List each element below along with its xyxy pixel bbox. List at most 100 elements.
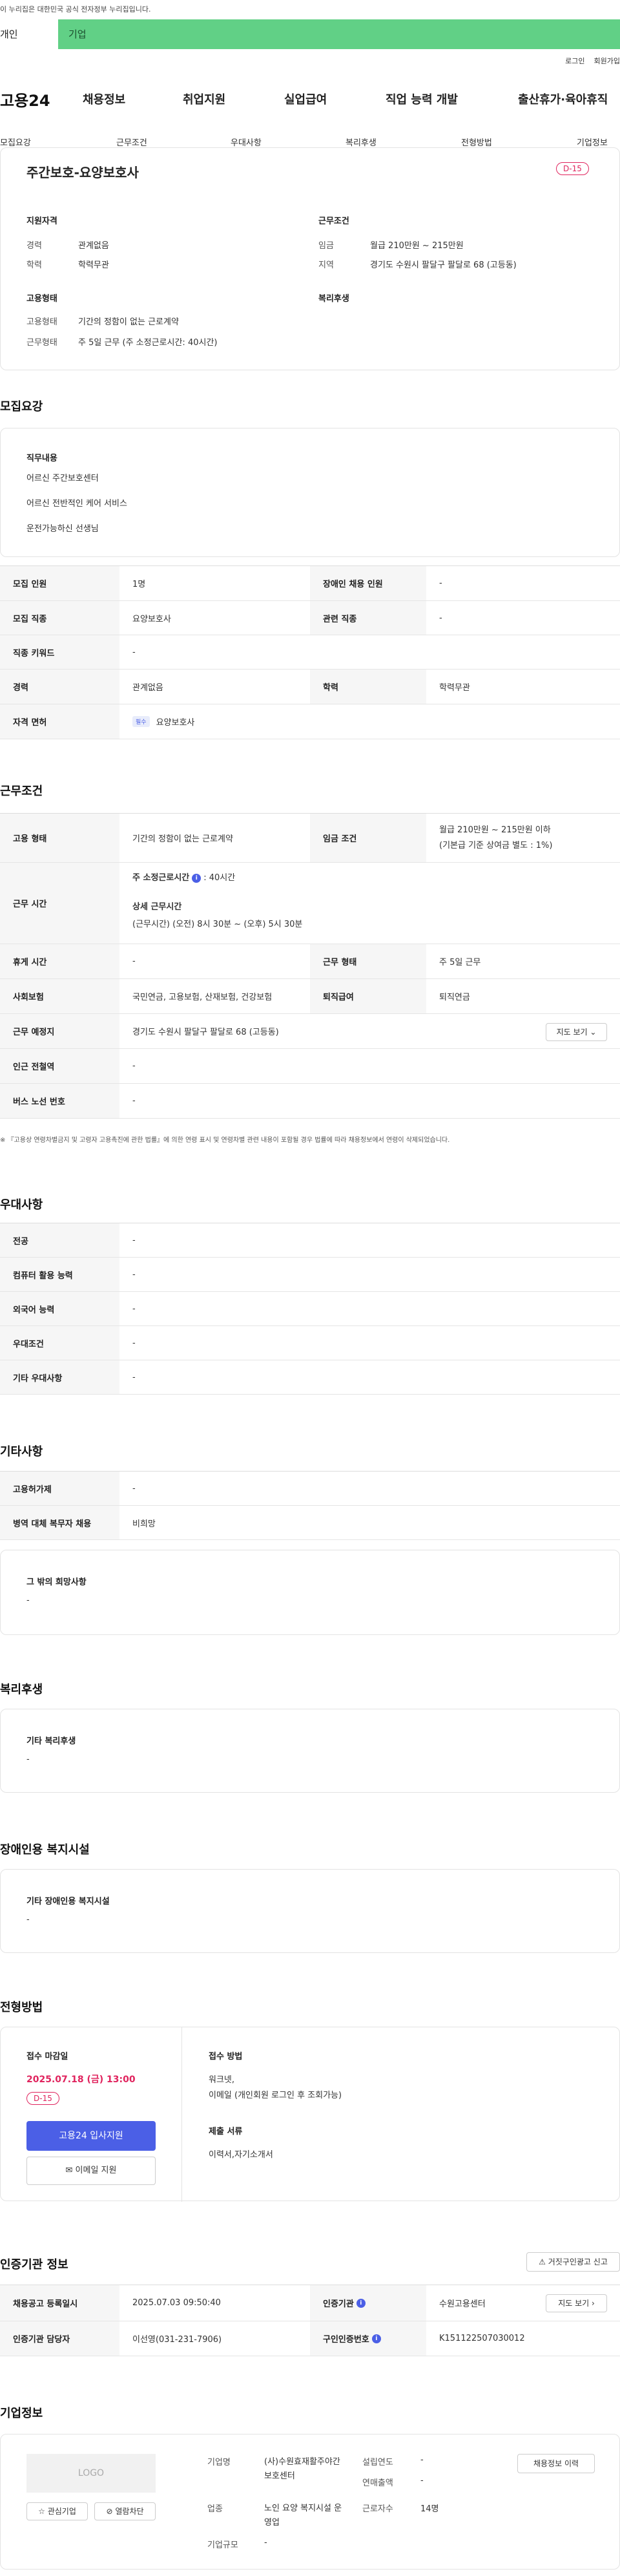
favorite-company-button[interactable]: ☆ 관심기업 [26, 2502, 88, 2520]
year-label: 설립연도 [362, 2458, 393, 2467]
cond-heading: 근무조건 [318, 216, 349, 226]
table-cell: - [132, 1483, 136, 1494]
num-header-label: 구인인증번호 [323, 2335, 369, 2345]
map-button[interactable]: 지도 보기 ⌄ [546, 1023, 607, 1041]
info-icon[interactable]: i [356, 2298, 366, 2308]
etc-table: 고용허가제 - 병역 대체 복무자 채용 비희망 [0, 1471, 620, 1540]
dday-badge: D-15 [26, 2092, 59, 2105]
apply-button[interactable]: 고용24 입사지원 [26, 2121, 156, 2151]
table-header: 퇴직급여 [310, 979, 426, 1013]
agency-map-button[interactable]: 지도 보기 › [546, 2294, 607, 2312]
table-row: 기타 우대사항 - [0, 1360, 620, 1395]
tab-corporate[interactable]: 기업 [58, 19, 620, 49]
gnb-item-unemployment-benefit[interactable]: 실업급여 [284, 90, 327, 107]
job-history-button[interactable]: 채용정보 이력 [517, 2454, 595, 2473]
org-header-label: 인증기관 [323, 2299, 354, 2309]
signup-link[interactable]: 회원가입 [594, 57, 620, 65]
mail-icon: ✉ [65, 2166, 73, 2175]
chevron-down-icon: ⌄ [590, 1028, 597, 1037]
star-icon: ☆ [38, 2507, 45, 2516]
table-cell: 관계없음 [132, 683, 163, 693]
table-cell: 이선영(031-231-7906) [132, 2335, 222, 2345]
duty-heading: 직무내용 [26, 454, 57, 463]
table-cell: - [132, 1096, 136, 1106]
report-button[interactable]: ⚠ 거짓구인광고 신고 [526, 2252, 620, 2272]
login-link[interactable]: 로그인 [565, 57, 584, 65]
table-row: 근무 시간 주 소정근로시간 i: 40시간 상세 근무시간 (근무시간) (오전… [0, 863, 620, 944]
gov-banner-text: 이 누리집은 대한민국 공식 전자정부 누리집입니다. [0, 5, 151, 14]
size-label: 기업규모 [207, 2540, 238, 2550]
subnav-recruit[interactable]: 모집요강 [0, 136, 31, 148]
table-row: 직종 키워드 - [0, 635, 620, 670]
email-apply-button[interactable]: ✉ 이메일 지원 [26, 2157, 156, 2185]
cond-value: 월급 210만원 ~ 215만원 [370, 241, 464, 251]
required-badge: 필수 [132, 716, 150, 727]
duty-item: 어르신 주간보호센터 [26, 474, 99, 483]
emp-value: 기간의 정함이 없는 근로계약 [78, 317, 179, 327]
tab-individual[interactable]: 개인 [0, 19, 58, 49]
wage-note: (기본급 기준 상여금 별도 : 1%) [439, 840, 553, 850]
job-title: 주간보호-요양보호사 [26, 165, 139, 180]
pref-table: 전공 - 컴퓨터 활용 능력 - 외국어 능력 - 우대조건 - 기타 우대사항 - [0, 1223, 620, 1395]
table-header: 경력 [0, 670, 119, 704]
method-label: 접수 방법 [209, 2052, 243, 2062]
gnb-item-parental-leave[interactable]: 출산휴가·육아휴직 [518, 90, 608, 107]
work-heading: 근무조건 [0, 785, 43, 798]
table-cell: 1명 [132, 580, 146, 589]
welfare-card: 기타 복리후생 - [0, 1709, 620, 1793]
cond-label: 지역 [318, 260, 334, 270]
gnb-item-skills[interactable]: 직업 능력 개발 [386, 90, 458, 107]
welfare-value: - [26, 1755, 30, 1764]
report-button-label: 거짓구인광고 신고 [548, 2257, 608, 2266]
table-row: 모집 직종 요양보호사 관련 직종 - [0, 601, 620, 635]
duty-card: 직무내용 어르신 주간보호센터 어르신 전반적인 케어 서비스 운전가능하신 선… [0, 428, 620, 557]
qual-label: 학력 [26, 260, 42, 270]
method-value: 워크넷, [209, 2075, 235, 2085]
table-cell: - [132, 1304, 136, 1314]
recruit-heading: 모집요강 [0, 400, 43, 414]
gnb-item-jobs[interactable]: 채용정보 [83, 90, 125, 107]
welfare-sub: 기타 복리후생 [26, 1737, 76, 1746]
info-icon[interactable]: i [192, 873, 202, 883]
block-company-button[interactable]: ⊘ 열람차단 [94, 2502, 156, 2520]
disabled-value: - [26, 1915, 30, 1925]
user-type-tabs: 개인 기업 [0, 19, 620, 49]
table-header: 인증기관 담당자 [0, 2321, 119, 2356]
table-header: 근무 형태 [310, 944, 426, 978]
table-cell: K151122507030012 [439, 2334, 525, 2343]
subnav-process[interactable]: 전형방법 [461, 136, 492, 148]
site-logo[interactable]: 고용24 [0, 88, 50, 111]
subnav-company[interactable]: 기업정보 [577, 136, 608, 148]
table-row: 인근 전철역 - [0, 1049, 620, 1084]
duty-item: 운전가능하신 선생님 [26, 524, 99, 534]
table-cell: - [132, 1372, 136, 1382]
emp-value: 주 5일 근무 (주 소정근로시간: 40시간) [78, 338, 218, 348]
subnav-preferences[interactable]: 우대사항 [231, 136, 262, 148]
table-row: 휴게 시간 - 근무 형태 주 5일 근무 [0, 944, 620, 979]
method-value: 이메일 (개인회원 로그인 후 조회가능) [209, 2091, 342, 2100]
disabled-card: 기타 장애인용 복지시설 - [0, 1869, 620, 1953]
subnav-welfare[interactable]: 복리후생 [346, 136, 377, 148]
info-icon[interactable]: i [371, 2334, 381, 2343]
table-header: 기타 우대사항 [0, 1360, 119, 1394]
table-header: 직종 키워드 [0, 635, 119, 669]
docs-label: 제출 서류 [209, 2127, 243, 2137]
recruit-table: 모집 인원 1명 장애인 채용 인원 - 모집 직종 요양보호사 관련 직종 -… [0, 565, 620, 739]
deadline-label: 접수 마감일 [26, 2052, 68, 2062]
industry-value: 노인 요양 복지시설 운영업 [264, 2504, 342, 2528]
subnav-conditions[interactable]: 근무조건 [116, 136, 147, 148]
cond-value: 경기도 수원시 팔달구 팔달로 68 (고등동) [370, 260, 517, 270]
table-header: 학력 [310, 670, 426, 704]
welfare-section-heading: 복리후생 [0, 1683, 43, 1696]
table-header: 버스 노선 번호 [0, 1084, 119, 1118]
deadline-value: 2025.07.18 (금) 13:00 [26, 2075, 136, 2085]
table-row: 고용 형태 기간의 정함이 없는 근로계약 임금 조건 월급 210만원 ~ 2… [0, 814, 620, 863]
etc-heading: 기타사항 [0, 1445, 43, 1459]
qual-label: 경력 [26, 241, 42, 251]
table-header: 모집 직종 [0, 601, 119, 635]
table-row: 전공 - [0, 1223, 620, 1258]
duty-item: 어르신 전반적인 케어 서비스 [26, 499, 127, 509]
agency-map-label: 지도 보기 [558, 2299, 590, 2308]
gnb-item-employment-support[interactable]: 취업지원 [183, 90, 225, 107]
table-cell: - [132, 956, 136, 966]
